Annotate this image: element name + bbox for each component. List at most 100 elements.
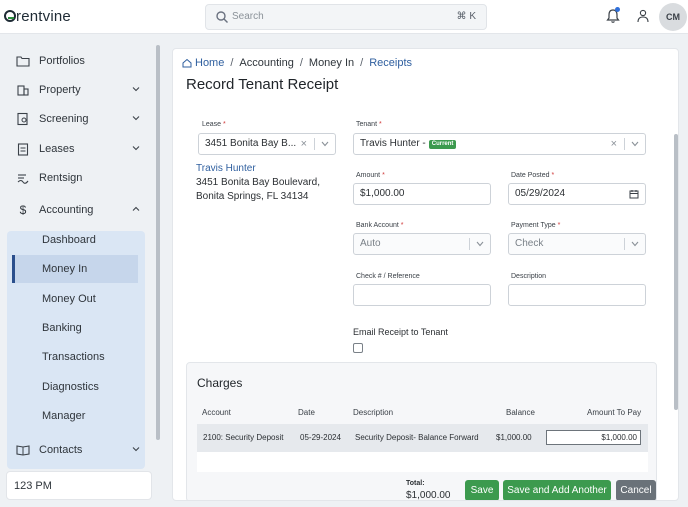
user-icon[interactable] <box>637 9 649 23</box>
chevron-down-icon <box>476 241 484 247</box>
tenant-name-link[interactable]: Travis Hunter <box>196 163 256 174</box>
status-badge: Current <box>428 140 457 149</box>
address-line-1: 3451 Bonita Bay Boulevard, <box>196 177 320 188</box>
page-title: Record Tenant Receipt <box>186 76 339 93</box>
calendar-icon[interactable] <box>629 189 639 199</box>
clear-icon[interactable]: × <box>301 134 307 154</box>
date-posted-label: Date Posted * <box>511 172 555 179</box>
screening-icon <box>17 112 28 126</box>
sidebar-item-label: Accounting <box>39 204 94 216</box>
sidebar-item-accounting[interactable]: $ Accounting <box>8 196 148 224</box>
lease-label: Lease * <box>202 121 226 128</box>
lease-value: 3451 Bonita Bay B... <box>205 138 297 149</box>
cell-date: 05-29-2024 <box>300 433 341 442</box>
bank-account-label: Bank Account * <box>356 222 404 229</box>
column-header-account: Account <box>202 408 231 417</box>
amount-to-pay-input[interactable]: $1,000.00 <box>546 430 641 445</box>
breadcrumb: Home / Accounting / Money In / Receipts <box>182 57 412 69</box>
main-panel: Home / Accounting / Money In / Receipts … <box>172 48 679 501</box>
column-header-description: Description <box>353 408 394 417</box>
check-reference-label: Check # / Reference <box>356 273 420 280</box>
email-receipt-checkbox[interactable] <box>353 343 363 353</box>
chevron-down-icon <box>321 141 329 147</box>
sidebar-item-label: Leases <box>39 143 75 155</box>
sidebar-item-portfolios[interactable]: Portfolios <box>8 47 148 75</box>
clipboard-icon <box>17 143 29 156</box>
sidebar-subitem-transactions[interactable]: Transactions <box>12 343 138 371</box>
chevron-down-icon <box>132 87 140 92</box>
payment-type-value: Check <box>515 238 544 249</box>
top-bar: rentvine Search ⌘ K CM <box>0 0 688 34</box>
notification-bell[interactable] <box>606 7 620 24</box>
sidebar-subitem-banking[interactable]: Banking <box>12 314 138 342</box>
search-shortcut: ⌘ K <box>456 11 476 22</box>
search-bar[interactable]: Search ⌘ K <box>205 4 487 30</box>
avatar[interactable]: CM <box>659 3 687 31</box>
select-divider <box>624 238 625 250</box>
sidebar-scrollbar[interactable] <box>156 45 160 440</box>
amount-label: Amount * <box>356 172 385 179</box>
payment-type-select[interactable]: Check <box>508 233 646 255</box>
total-value: $1,000.00 <box>406 490 451 501</box>
cell-account: 2100: Security Deposit <box>203 433 284 442</box>
date-posted-field[interactable]: 05/29/2024 <box>508 183 646 205</box>
bank-account-value: Auto <box>360 238 381 249</box>
folder-icon <box>16 56 30 67</box>
lease-select[interactable]: 3451 Bonita Bay B... × <box>198 133 336 155</box>
sidebar-subitem-manager[interactable]: Manager <box>12 402 138 430</box>
logo-mark-icon <box>4 10 16 22</box>
breadcrumb-accounting[interactable]: Accounting <box>239 57 293 69</box>
sidebar: Portfolios Property Screening Leases Ren… <box>0 35 165 507</box>
tenant-value: Travis Hunter - <box>360 138 426 149</box>
breadcrumb-separator: / <box>360 57 364 69</box>
tenant-select[interactable]: Travis Hunter - Current × <box>353 133 646 155</box>
sidebar-item-label: Screening <box>39 113 89 125</box>
chevron-down-icon <box>132 447 140 452</box>
cell-balance: $1,000.00 <box>496 433 532 442</box>
time-display: 123 PM <box>6 471 152 500</box>
breadcrumb-money-in[interactable]: Money In <box>309 57 354 69</box>
breadcrumb-home[interactable]: Home <box>195 57 224 69</box>
column-header-amount-to-pay: Amount To Pay <box>587 408 642 417</box>
sidebar-item-leases[interactable]: Leases <box>8 135 148 163</box>
form-scrollbar[interactable] <box>674 134 678 410</box>
description-label: Description <box>511 273 547 280</box>
chevron-up-icon <box>132 206 140 211</box>
save-button[interactable]: Save <box>465 480 499 500</box>
chevron-down-icon <box>132 116 140 121</box>
save-and-add-another-button[interactable]: Save and Add Another <box>503 480 611 500</box>
cancel-button[interactable]: Cancel <box>616 480 656 500</box>
sidebar-item-rentsign[interactable]: Rentsign <box>8 164 148 192</box>
clear-icon[interactable]: × <box>611 134 617 154</box>
sign-icon <box>17 174 29 184</box>
sidebar-subitem-money-in[interactable]: Money In <box>12 255 138 283</box>
description-field[interactable] <box>508 284 646 306</box>
sidebar-subitem-diagnostics[interactable]: Diagnostics <box>12 373 138 401</box>
breadcrumb-receipts[interactable]: Receipts <box>369 57 412 69</box>
select-divider <box>469 238 470 250</box>
sidebar-item-contacts[interactable]: Contacts <box>8 436 148 464</box>
payment-type-label: Payment Type * <box>511 222 561 229</box>
sidebar-subitem-dashboard[interactable]: Dashboard <box>12 226 138 254</box>
sidebar-item-property[interactable]: Property <box>8 76 148 104</box>
amount-field[interactable]: $1,000.00 <box>353 183 491 205</box>
date-value: 05/29/2024 <box>515 188 566 199</box>
address-line-2: Bonita Springs, FL 34134 <box>196 191 309 202</box>
sidebar-item-label: Contacts <box>39 444 83 456</box>
rentvine-logo[interactable]: rentvine <box>4 8 71 25</box>
select-divider <box>624 138 625 150</box>
sidebar-subitem-money-out[interactable]: Money Out <box>12 285 138 313</box>
check-reference-field[interactable] <box>353 284 491 306</box>
building-icon <box>17 85 29 96</box>
cell-description: Security Deposit- Balance Forward <box>355 433 479 442</box>
search-placeholder: Search <box>232 11 264 22</box>
chevron-down-icon <box>132 146 140 151</box>
tenant-label: Tenant * <box>356 121 382 128</box>
bank-account-select[interactable]: Auto <box>353 233 491 255</box>
total-label: Total: <box>406 480 425 487</box>
chevron-down-icon <box>631 141 639 147</box>
column-header-balance: Balance <box>506 408 535 417</box>
logo-text: rentvine <box>16 8 71 25</box>
sidebar-item-screening[interactable]: Screening <box>8 105 148 133</box>
table-body-empty <box>197 452 648 472</box>
